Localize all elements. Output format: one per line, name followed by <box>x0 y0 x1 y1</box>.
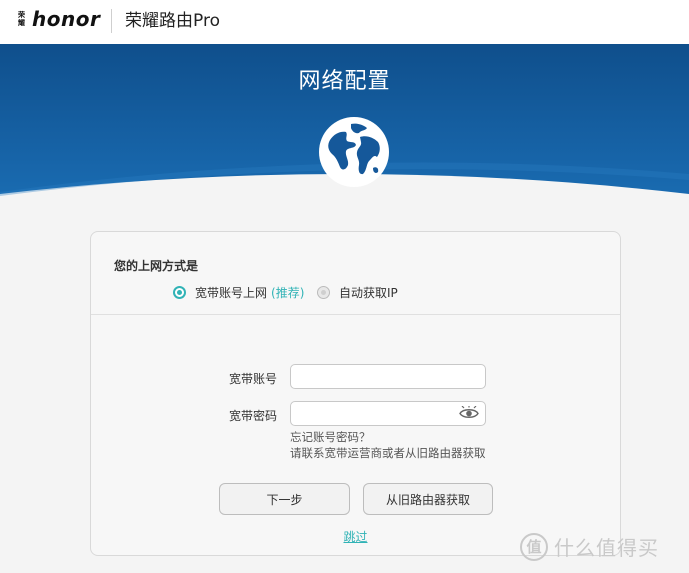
account-label: 宽带账号 <box>228 372 277 386</box>
top-bar: 荣 耀 honor 荣耀路由Pro <box>0 0 689 44</box>
header-divider <box>111 9 112 33</box>
hero-banner: 网络配置 <box>0 44 689 206</box>
logo-cn-bottom: 耀 <box>18 19 25 27</box>
eye-icon[interactable] <box>459 406 479 421</box>
password-label: 宽带密码 <box>228 409 277 423</box>
account-input[interactable] <box>290 364 486 389</box>
radio-dhcp[interactable] <box>317 286 330 299</box>
password-input[interactable] <box>290 401 486 426</box>
card-divider <box>91 314 620 315</box>
watermark-text: 什么值得买 <box>554 536 659 560</box>
watermark-badge: 值 <box>520 532 548 561</box>
option-dhcp[interactable]: 自动获取IP <box>317 284 398 301</box>
option-dhcp-label: 自动获取IP <box>339 286 398 300</box>
page-title: 网络配置 <box>298 69 391 94</box>
logo-wordmark: honor <box>32 7 101 31</box>
honor-logo: 荣 耀 honor <box>18 9 100 29</box>
get-from-old-router-button[interactable]: 从旧路由器获取 <box>363 483 493 515</box>
next-button[interactable]: 下一步 <box>219 483 350 515</box>
connection-type-label: 您的上网方式是 <box>114 259 199 273</box>
network-config-card: 您的上网方式是 宽带账号上网 (推荐) 自动获取IP 宽带账号 宽带密码 忘记账… <box>90 231 621 556</box>
logo-cn-top: 荣 <box>18 11 25 19</box>
product-name: 荣耀路由Pro <box>125 11 220 31</box>
contact-isp-hint: 请联系宽带运营商或者从旧路由器获取 <box>290 446 486 460</box>
recommended-tag: (推荐) <box>271 286 305 300</box>
forgot-credentials-hint: 忘记账号密码？ <box>290 430 371 444</box>
radio-pppoe[interactable] <box>173 286 186 299</box>
globe-icon <box>319 117 389 187</box>
honor-logo-mark: 荣 耀 <box>18 11 30 29</box>
option-pppoe[interactable]: 宽带账号上网 (推荐) <box>173 284 304 301</box>
watermark: 值 什么值得买 <box>520 532 659 561</box>
option-pppoe-label: 宽带账号上网 <box>195 286 268 300</box>
